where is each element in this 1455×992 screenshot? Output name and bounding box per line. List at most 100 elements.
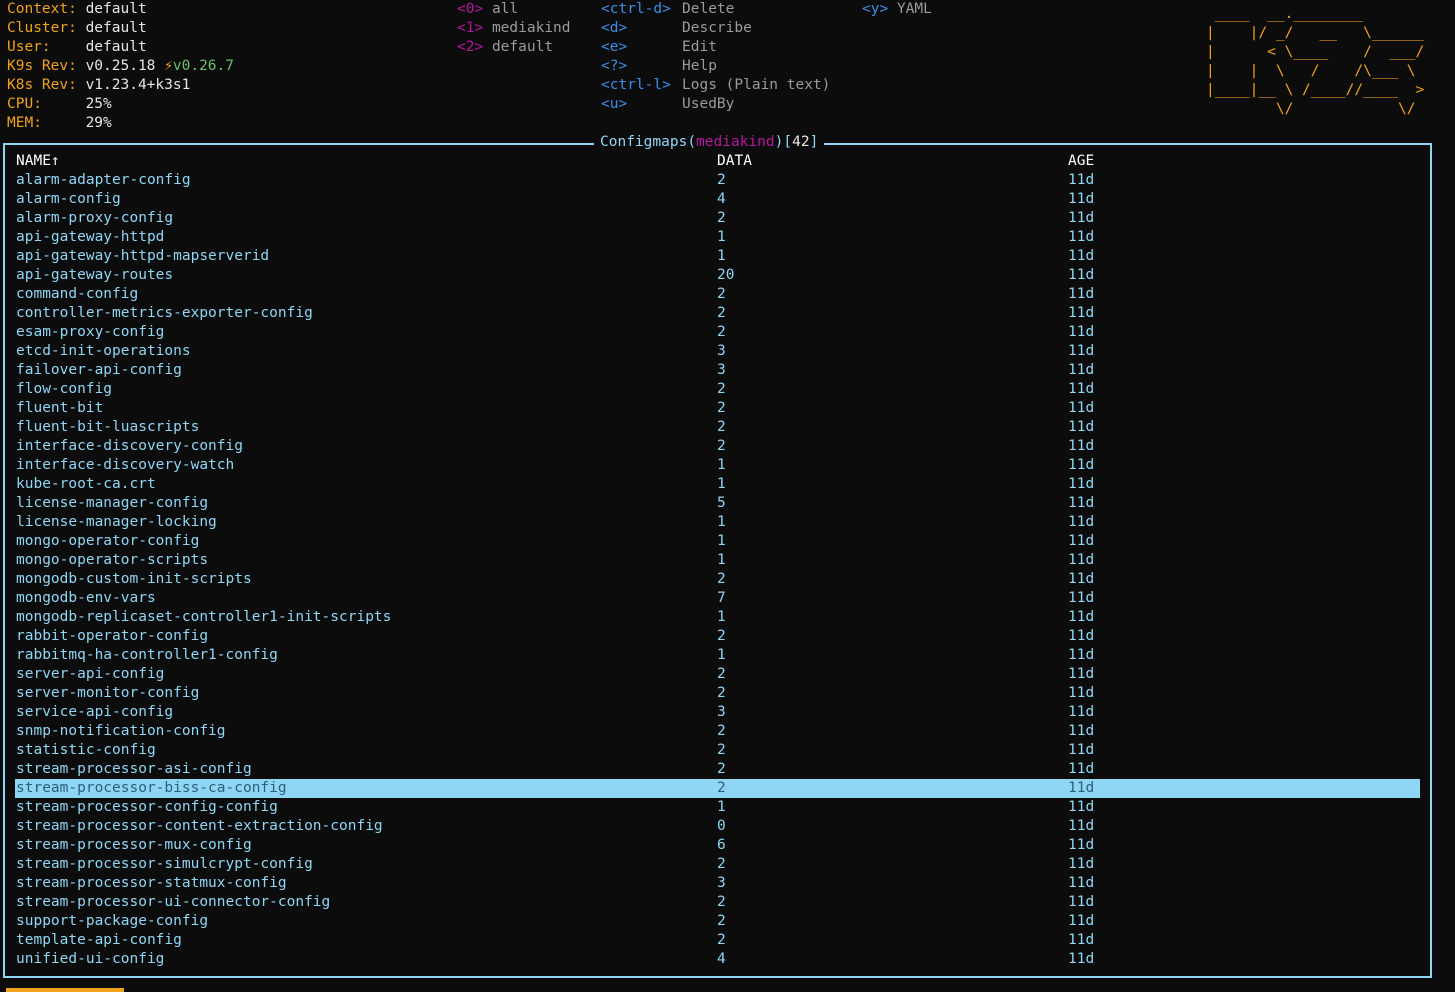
cell-name: mongo-operator-scripts (16, 552, 209, 568)
panel-title: Configmaps(mediakind)[42] (594, 133, 825, 152)
column-header-age[interactable]: AGE (1068, 152, 1094, 171)
cell-name: alarm-adapter-config (16, 172, 191, 188)
table-row[interactable]: rabbitmq-ha-controller1-config 1 11d (15, 646, 1420, 665)
cell-name: rabbit-operator-config (16, 628, 209, 644)
column-header-data[interactable]: DATA (717, 152, 752, 171)
cell-name: mongo-operator-config (16, 533, 200, 549)
cell-data: 7 (717, 590, 726, 606)
cell-data: 2 (717, 685, 726, 701)
cell-age: 11d (1068, 761, 1095, 777)
table-row[interactable]: snmp-notification-config 2 11d (15, 722, 1420, 741)
table-row[interactable]: stream-processor-content-extraction-conf… (15, 817, 1420, 836)
namespace-item[interactable]: <0> all (457, 0, 518, 19)
cell-name: mongodb-custom-init-scripts (16, 571, 252, 587)
table-row[interactable]: stream-processor-simulcrypt-config 2 11d (15, 855, 1420, 874)
table-row[interactable]: stream-processor-biss-ca-config 2 11d (15, 779, 1420, 798)
cell-data: 2 (717, 324, 726, 340)
shortcut-delete[interactable]: <ctrl-d> (601, 0, 671, 19)
cell-age: 11d (1068, 571, 1095, 587)
cell-name: alarm-proxy-config (16, 210, 174, 226)
table-row[interactable]: template-api-config 2 11d (15, 931, 1420, 950)
table-row[interactable]: mongodb-env-vars 7 11d (15, 589, 1420, 608)
cell-data: 3 (717, 362, 726, 378)
table-row[interactable]: fluent-bit-luascripts 2 11d (15, 418, 1420, 437)
context-row: Context: default (7, 1, 147, 17)
table-row[interactable]: failover-api-config 3 11d (15, 361, 1420, 380)
cell-name: support-package-config (16, 913, 209, 929)
table-row[interactable]: alarm-config 4 11d (15, 190, 1420, 209)
cell-data: 2 (717, 381, 726, 397)
cell-data: 2 (717, 400, 726, 416)
table-row[interactable]: etcd-init-operations 3 11d (15, 342, 1420, 361)
cell-name: esam-proxy-config (16, 324, 165, 340)
cell-data: 4 (717, 191, 726, 207)
cell-data: 2 (717, 438, 726, 454)
table-row[interactable]: service-api-config 3 11d (15, 703, 1420, 722)
cell-age: 11d (1068, 381, 1095, 397)
cell-age: 11d (1068, 533, 1095, 549)
cell-data: 2 (717, 172, 726, 188)
cpu-row: CPU: 25% (7, 96, 112, 112)
cell-name: stream-processor-asi-config (16, 761, 252, 777)
shortcut-describe[interactable]: <d> (601, 19, 627, 38)
shortcut-logs[interactable]: <ctrl-l> (601, 76, 671, 95)
table-row[interactable]: statistic-config 2 11d (15, 741, 1420, 760)
cell-name: fluent-bit-luascripts (16, 419, 200, 435)
table-row[interactable]: mongo-operator-config 1 11d (15, 532, 1420, 551)
table-row[interactable]: api-gateway-httpd-mapserverid 1 11d (15, 247, 1420, 266)
column-header-name[interactable]: NAME↑ (16, 152, 60, 171)
cell-name: statistic-config (16, 742, 156, 758)
namespace-item[interactable]: <1> mediakind (457, 19, 571, 38)
shortcut-edit[interactable]: <e> (601, 38, 627, 57)
table-row[interactable]: interface-discovery-watch 1 11d (15, 456, 1420, 475)
table-row[interactable]: alarm-proxy-config 2 11d (15, 209, 1420, 228)
shortcut-label: Delete (682, 1, 735, 17)
k9s-rev-row: K9s Rev: v0.25.18 ⚡v0.26.7 (7, 58, 234, 74)
namespace-item[interactable]: <2> default (457, 38, 553, 57)
table-row[interactable]: mongodb-replicaset-controller1-init-scri… (15, 608, 1420, 627)
table-row[interactable]: support-package-config 2 11d (15, 912, 1420, 931)
table-row[interactable]: stream-processor-statmux-config 3 11d (15, 874, 1420, 893)
table-row[interactable]: controller-metrics-exporter-config 2 11d (15, 304, 1420, 323)
table-row[interactable]: esam-proxy-config 2 11d (15, 323, 1420, 342)
table-row[interactable]: fluent-bit 2 11d (15, 399, 1420, 418)
cell-name: fluent-bit (16, 400, 104, 416)
table-row[interactable]: interface-discovery-config 2 11d (15, 437, 1420, 456)
cell-data: 1 (717, 476, 726, 492)
shortcut-usedby[interactable]: <u> (601, 95, 627, 114)
cell-age: 11d (1068, 438, 1095, 454)
table-row[interactable]: api-gateway-routes 20 11d (15, 266, 1420, 285)
table-row[interactable]: mongodb-custom-init-scripts 2 11d (15, 570, 1420, 589)
table-row[interactable]: alarm-adapter-config 2 11d (15, 171, 1420, 190)
table-row[interactable]: kube-root-ca.crt 1 11d (15, 475, 1420, 494)
table-row[interactable]: command-config 2 11d (15, 285, 1420, 304)
user-row: User: default (7, 39, 147, 55)
cell-data: 5 (717, 495, 726, 511)
table-row[interactable]: stream-processor-mux-config 6 11d (15, 836, 1420, 855)
cell-name: command-config (16, 286, 139, 302)
cell-age: 11d (1068, 894, 1095, 910)
shortcut-label: Describe (682, 20, 752, 36)
table-row[interactable]: api-gateway-httpd 1 11d (15, 228, 1420, 247)
shortcut-yaml[interactable]: <y> YAML (862, 0, 932, 19)
table-row[interactable]: flow-config 2 11d (15, 380, 1420, 399)
cell-name: controller-metrics-exporter-config (16, 305, 313, 321)
table-row[interactable]: server-api-config 2 11d (15, 665, 1420, 684)
table-row[interactable]: server-monitor-config 2 11d (15, 684, 1420, 703)
cell-data: 2 (717, 780, 726, 796)
cell-age: 11d (1068, 191, 1095, 207)
table-row[interactable]: license-manager-config 5 11d (15, 494, 1420, 513)
table-row[interactable]: mongo-operator-scripts 1 11d (15, 551, 1420, 570)
lightning-icon: ⚡ (164, 58, 173, 74)
cell-age: 11d (1068, 419, 1095, 435)
table-row[interactable]: stream-processor-asi-config 2 11d (15, 760, 1420, 779)
table-row[interactable]: stream-processor-ui-connector-config 2 11d (15, 893, 1420, 912)
shortcut-help[interactable]: <?> (601, 57, 627, 76)
table-row[interactable]: rabbit-operator-config 2 11d (15, 627, 1420, 646)
table-row[interactable]: unified-ui-config 4 11d (15, 950, 1420, 969)
cell-age: 11d (1068, 400, 1095, 416)
table-row[interactable]: stream-processor-config-config 1 11d (15, 798, 1420, 817)
cell-age: 11d (1068, 172, 1095, 188)
cell-age: 11d (1068, 837, 1095, 853)
table-row[interactable]: license-manager-locking 1 11d (15, 513, 1420, 532)
